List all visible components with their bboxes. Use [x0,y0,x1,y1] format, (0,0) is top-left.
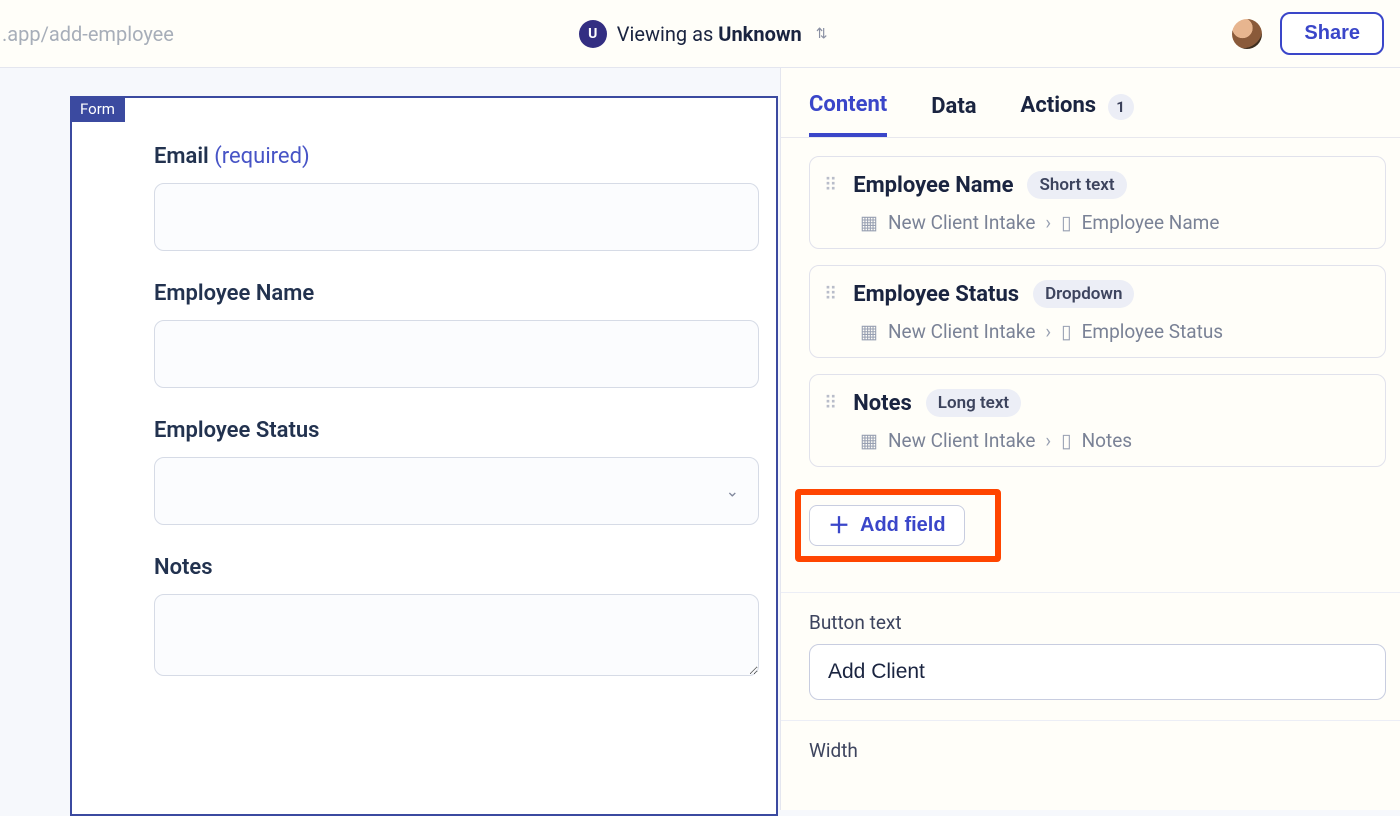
email-input[interactable] [154,183,759,251]
field-card-name: Employee Status [853,282,1019,307]
field-type-pill: Long text [926,389,1021,417]
field-card-source: ▦ New Client Intake › ▯ Notes [860,429,1371,452]
main: Form Email (required) Employee Name Empl… [0,68,1400,810]
field-label: Email (required) [154,144,736,169]
viewing-as-prefix: Viewing as [617,22,719,46]
source-table: New Client Intake [888,320,1035,343]
divider [781,720,1400,721]
url-path: .app/add-employee [0,22,174,46]
column-icon: ▯ [1061,211,1071,234]
side-panel: Content Data Actions 1 ⠿ Employee Name S… [780,68,1400,810]
add-field-highlight: ＋ Add field [795,489,1001,562]
source-table: New Client Intake [888,429,1035,452]
viewing-as-name: Unknown [718,22,801,46]
tab-actions[interactable]: Actions 1 [1021,93,1134,136]
field-label: Employee Name [154,281,736,306]
updown-icon[interactable]: ⇅ [816,26,828,42]
source-column: Employee Status [1082,320,1224,343]
table-icon: ▦ [860,429,878,452]
divider [781,592,1400,593]
top-bar: .app/add-employee U Viewing as Unknown ⇅… [0,0,1400,68]
field-card-name: Employee Name [853,173,1013,198]
add-field-label: Add field [860,514,946,537]
add-field-button[interactable]: ＋ Add field [809,505,965,546]
field-label: Notes [154,555,736,580]
plus-icon: ＋ [828,515,850,537]
table-icon: ▦ [860,320,878,343]
button-text-label: Button text [809,611,1386,634]
width-label: Width [809,739,1386,762]
form-field-notes: Notes [154,555,736,680]
employee-name-input[interactable] [154,320,759,388]
tab-content[interactable]: Content [809,92,887,137]
viewing-as-group[interactable]: U Viewing as Unknown ⇅ [174,20,1233,48]
tab-data[interactable]: Data [931,94,976,135]
source-table: New Client Intake [888,211,1035,234]
column-icon: ▯ [1061,429,1071,452]
field-card-notes[interactable]: ⠿ Notes Long text ▦ New Client Intake › … [809,374,1386,467]
button-text-input[interactable] [809,644,1386,700]
chevron-right-icon: › [1045,211,1051,234]
field-card-name: Notes [853,391,912,416]
drag-handle-icon[interactable]: ⠿ [824,175,839,196]
select-wrap: ⌄ [154,457,759,525]
actions-count-badge: 1 [1108,94,1134,120]
drag-handle-icon[interactable]: ⠿ [824,284,839,305]
employee-status-select[interactable] [154,457,759,525]
table-icon: ▦ [860,211,878,234]
field-card-employee-status[interactable]: ⠿ Employee Status Dropdown ▦ New Client … [809,265,1386,358]
source-column: Notes [1082,429,1133,452]
form-tag[interactable]: Form [70,96,125,122]
field-card-employee-name[interactable]: ⠿ Employee Name Short text ▦ New Client … [809,156,1386,249]
source-column: Employee Name [1082,211,1220,234]
drag-handle-icon[interactable]: ⠿ [824,393,839,414]
chevron-right-icon: › [1045,429,1051,452]
field-card-header: ⠿ Notes Long text [824,389,1371,417]
form-field-email: Email (required) [154,144,736,251]
field-label-text: Email [154,144,209,169]
canvas: Form Email (required) Employee Name Empl… [0,68,780,810]
field-label: Employee Status [154,418,736,443]
panel-tabs: Content Data Actions 1 [781,68,1400,138]
form-field-employee-name: Employee Name [154,281,736,388]
avatar[interactable] [1232,19,1262,49]
field-card-source: ▦ New Client Intake › ▯ Employee Name [860,211,1371,234]
viewer-badge: U [579,20,607,48]
field-type-pill: Short text [1027,171,1126,199]
field-card-header: ⠿ Employee Status Dropdown [824,280,1371,308]
column-icon: ▯ [1061,320,1071,343]
field-card-source: ▦ New Client Intake › ▯ Employee Status [860,320,1371,343]
panel-body: ⠿ Employee Name Short text ▦ New Client … [781,138,1400,792]
notes-textarea[interactable] [154,594,759,676]
required-text: (required) [214,144,309,169]
form-frame[interactable]: Email (required) Employee Name Employee … [70,96,778,816]
field-type-pill: Dropdown [1033,280,1134,308]
tab-actions-label: Actions [1021,93,1097,118]
viewing-as-label: Viewing as Unknown [617,22,802,46]
form-field-employee-status: Employee Status ⌄ [154,418,736,525]
field-card-header: ⠿ Employee Name Short text [824,171,1371,199]
chevron-right-icon: › [1045,320,1051,343]
share-button[interactable]: Share [1280,12,1384,55]
